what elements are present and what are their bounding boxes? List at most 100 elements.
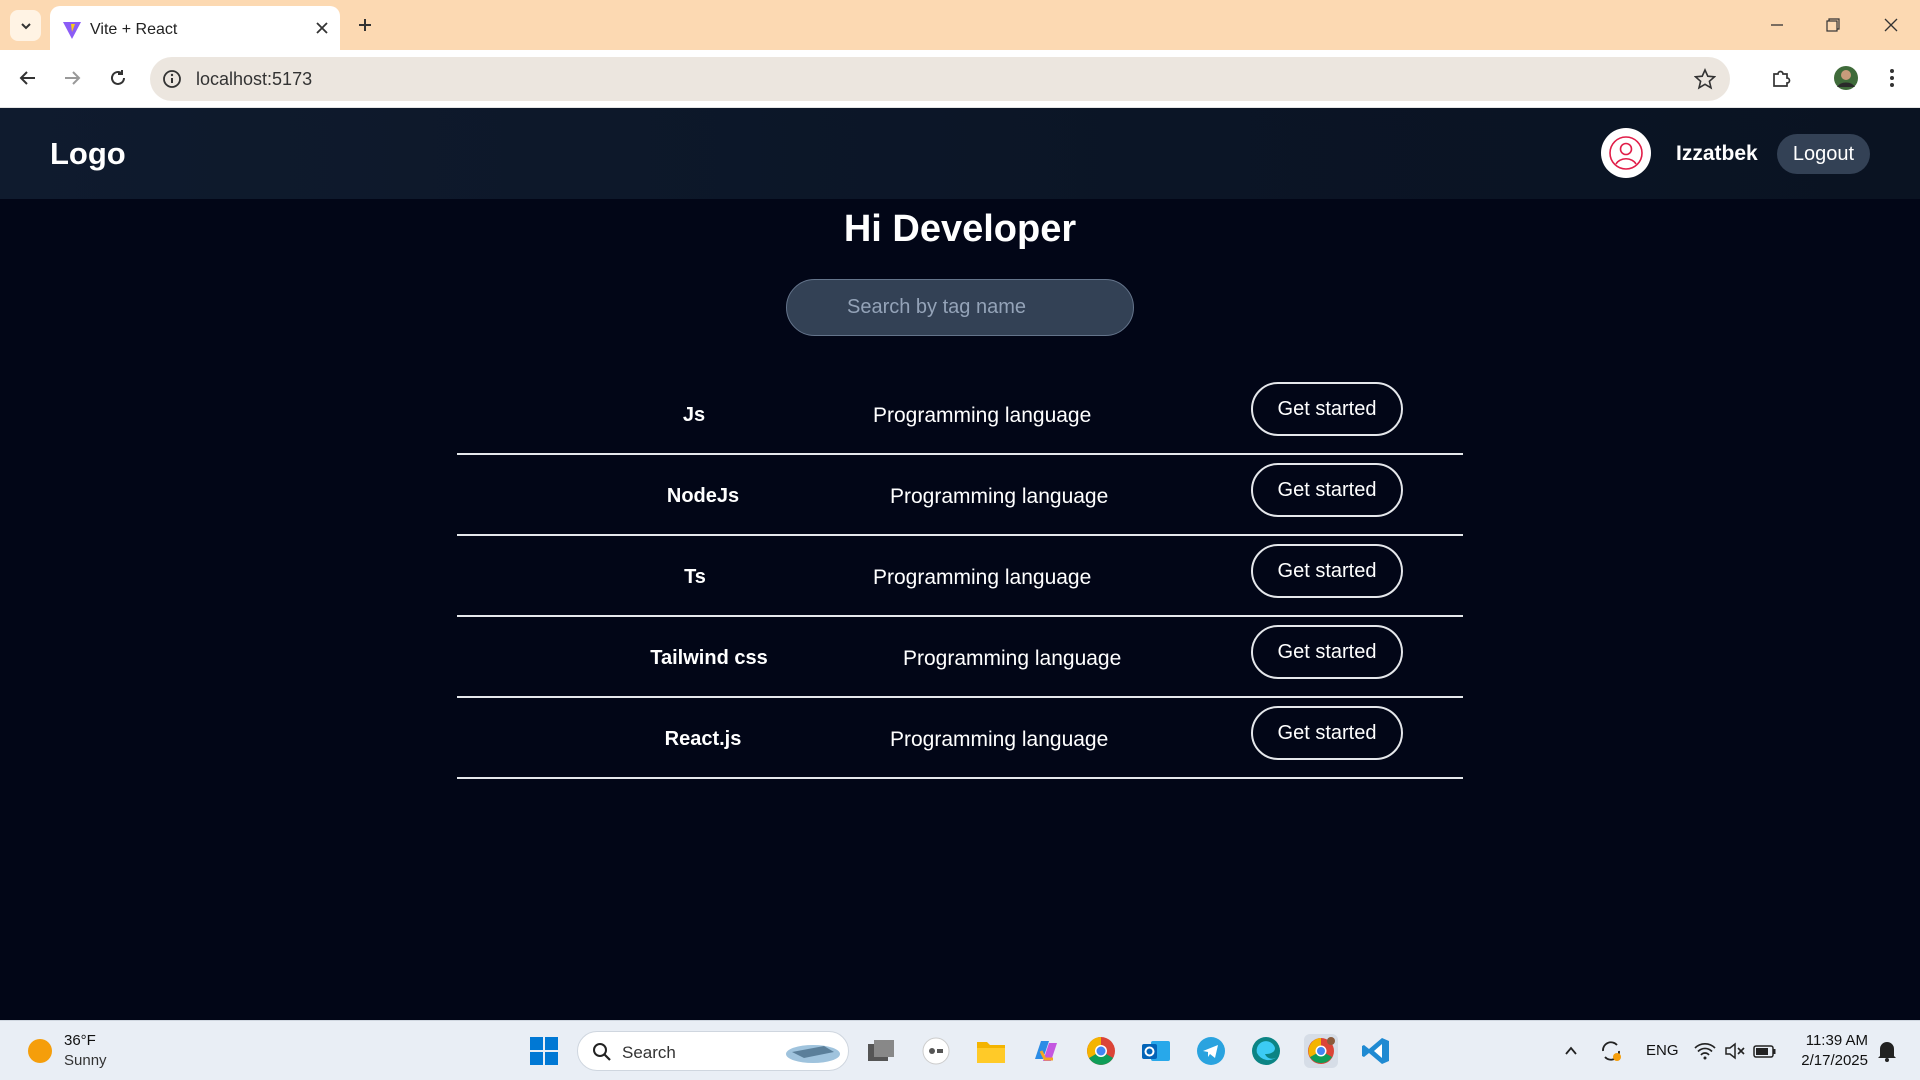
get-started-button[interactable]: Get started [1251,382,1403,436]
get-started-button[interactable]: Get started [1251,706,1403,760]
vite-logo-icon [63,22,81,39]
app-page: Logo Izzatbek Logout Hi Developer Js Pro… [0,108,1920,1020]
tag-description: Programming language [873,404,1092,427]
page-title: Hi Developer [843,208,1077,250]
telegram-icon [1197,1037,1225,1065]
taskbar-app-edge[interactable] [1249,1034,1283,1068]
sun-icon[interactable] [28,1039,52,1063]
reload-icon [111,70,125,85]
arrow-left-icon [19,71,35,85]
tab-search-button[interactable] [10,10,41,41]
restore-window-button[interactable] [1818,10,1848,40]
tab-title: Vite + React [90,21,178,38]
notifications-button[interactable] [1870,1034,1904,1068]
input-language[interactable]: ENG [1646,1042,1679,1059]
windows-taskbar: 36°F Sunny Search ENG 11:39 AM 2/17/2025 [0,1020,1920,1080]
task-view-icon [868,1040,894,1061]
taskbar-app-chrome[interactable] [1084,1034,1118,1068]
start-button[interactable] [527,1034,561,1068]
tag-name: NodeJs [666,485,740,507]
chrome-icon [1087,1037,1115,1065]
search-highlight-icon [786,1045,840,1063]
get-started-button[interactable]: Get started [1251,463,1403,517]
back-button[interactable] [12,62,44,94]
close-tab-icon[interactable] [312,18,332,38]
logout-button[interactable]: Logout [1777,134,1870,174]
taskbar-app-telegram[interactable] [1194,1034,1228,1068]
chevron-up-icon [1565,1046,1577,1055]
copilot-icon [1035,1041,1057,1061]
list-item: Tailwind css Programming language Get st… [457,617,1463,698]
browser-toolbar: localhost:5173 [0,50,1920,108]
user-avatar[interactable] [1601,128,1651,178]
taskbar-app-meet[interactable] [919,1034,953,1068]
reload-button[interactable] [102,62,134,94]
list-item: Js Programming language Get started [457,374,1463,455]
tag-description: Programming language [890,485,1109,508]
taskbar-app-file-explorer[interactable] [974,1034,1008,1068]
tag-name: Tailwind css [650,647,768,669]
get-started-button[interactable]: Get started [1251,544,1403,598]
taskbar-search-box[interactable]: Search [577,1031,849,1071]
extensions-button[interactable] [1765,62,1797,94]
tag-name: Js [682,404,706,426]
clock-date: 2/17/2025 [1801,1052,1868,1069]
taskbar-app-copilot[interactable] [1029,1034,1063,1068]
close-icon [1884,18,1898,32]
new-tab-button[interactable] [352,12,378,38]
browser-tab-active[interactable]: Vite + React [50,6,340,50]
browser-tab-strip: Vite + React [0,0,1920,50]
search-icon [593,1043,611,1061]
address-bar[interactable]: localhost:5173 [150,57,1730,101]
vscode-icon [1362,1038,1389,1064]
wifi-button[interactable] [1688,1034,1722,1068]
list-item: React.js Programming language Get starte… [457,698,1463,779]
site-info-icon[interactable] [162,69,182,89]
windows-logo-icon [530,1037,558,1065]
meet-app-icon [922,1037,950,1065]
chrome-profile-icon [1308,1037,1335,1064]
minimize-window-button[interactable] [1762,10,1792,40]
url-text: localhost:5173 [196,69,313,89]
show-hidden-icons-button[interactable] [1554,1034,1588,1068]
list-item: NodeJs Programming language Get started [457,455,1463,536]
task-view-button[interactable] [864,1034,898,1068]
wifi-icon [1694,1042,1716,1060]
tag-description: Programming language [903,647,1122,670]
username: Izzatbek [1676,142,1758,165]
weather-temperature[interactable]: 36°F [64,1032,96,1049]
battery-button[interactable] [1748,1034,1782,1068]
restore-icon [1826,18,1840,32]
battery-icon [1753,1045,1776,1058]
folder-icon [977,1042,1005,1063]
minimize-icon [1771,24,1783,26]
app-header: Logo Izzatbek Logout [0,108,1920,199]
clock-time: 11:39 AM [1805,1032,1868,1049]
profile-avatar-button[interactable] [1830,62,1862,94]
sync-status-button[interactable] [1594,1034,1628,1068]
tag-description: Programming language [873,566,1092,589]
taskbar-app-chrome-active[interactable] [1304,1034,1338,1068]
outlook-icon [1142,1041,1170,1061]
more-vertical-icon [1890,69,1894,87]
taskbar-search-label: Search [622,1043,676,1062]
get-started-button[interactable]: Get started [1251,625,1403,679]
tag-description: Programming language [890,728,1109,751]
taskbar-app-outlook[interactable] [1139,1034,1173,1068]
profile-avatar-icon [1834,66,1858,90]
sync-icon [1602,1041,1621,1061]
weather-condition[interactable]: Sunny [64,1052,107,1069]
tag-name: React.js [664,728,742,750]
close-window-button[interactable] [1876,10,1906,40]
tag-list: Js Programming language Get started Node… [457,374,1463,779]
edge-icon [1252,1037,1280,1065]
arrow-right-icon [65,71,81,85]
forward-button[interactable] [56,62,88,94]
logo[interactable]: Logo [50,136,126,172]
bookmark-star-icon[interactable] [1694,68,1716,90]
tag-search-input[interactable] [786,279,1134,336]
volume-button[interactable] [1718,1034,1752,1068]
browser-menu-button[interactable] [1876,62,1908,94]
taskbar-app-vscode[interactable] [1359,1034,1393,1068]
system-clock[interactable]: 11:39 AM 2/17/2025 [1796,1031,1868,1071]
